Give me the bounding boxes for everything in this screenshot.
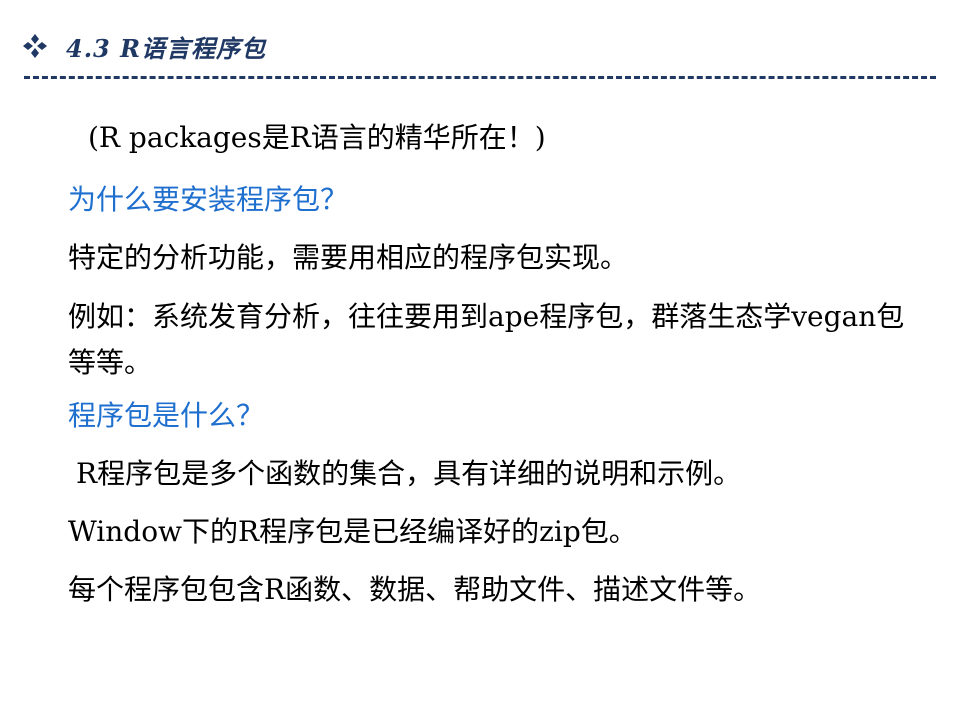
- slide-title: 4.3 R语言程序包: [66, 33, 267, 63]
- question-what-is-package: 程序包是什么？: [68, 399, 265, 432]
- answer-windows-zip: Window下的R程序包是已经编译好的zip包。: [68, 515, 637, 548]
- example-text: 例如：系统发育分析，往往要用到ape程序包，群落生态学vegan包等等。: [68, 300, 905, 379]
- question-why-install: 为什么要安装程序包？: [68, 183, 349, 216]
- slide-body: (R packages是R语言的精华所在！) 为什么要安装程序包？ 特定的分析功…: [68, 118, 928, 626]
- answer-package-definition: R程序包是多个函数的集合，具有详细的说明和示例。: [76, 457, 742, 490]
- answer-package-contents: 每个程序包包含R函数、数据、帮助文件、描述文件等。: [68, 573, 762, 606]
- subtitle: (R packages是R语言的精华所在！): [88, 121, 546, 154]
- dashed-divider: [24, 76, 936, 79]
- answer-why-install: 特定的分析功能，需要用相应的程序包实现。: [68, 241, 629, 274]
- four-diamond-bullet-icon: [23, 34, 47, 58]
- slide-header: 4.3 R语言程序包: [22, 28, 266, 64]
